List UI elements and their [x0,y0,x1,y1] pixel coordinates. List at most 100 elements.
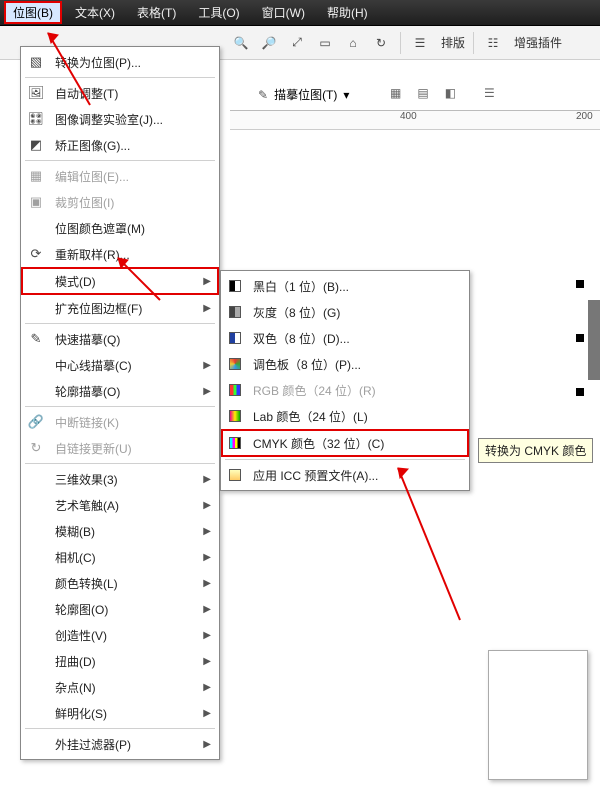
blank-icon [25,704,47,722]
refresh-icon[interactable]: ↻ [370,32,392,54]
mode-grayscale[interactable]: 灰度（8 位）(G) [221,299,469,325]
separator [25,728,215,729]
gray-swatch-icon [229,306,241,318]
menu-help[interactable]: 帮助(H) [318,1,377,24]
toolbar-extra-icons: ▦ ▤ ◧ [390,86,456,100]
zoom-page-icon[interactable]: ▭ [314,32,336,54]
blank-icon [25,735,47,753]
layout-icon[interactable]: ☰ [409,32,431,54]
mode-lab[interactable]: Lab 颜色（24 位）(L) [221,403,469,429]
submenu-arrow-icon: ▶ [203,708,211,719]
menu-outline-trace[interactable]: 轮廓描摹(O)▶ [21,378,219,404]
mode-submenu: 黑白（1 位）(B)... 灰度（8 位）(G) 双色（8 位）(D)... 调… [220,270,470,491]
menu-blur[interactable]: 模糊(B)▶ [21,518,219,544]
submenu-arrow-icon: ▶ [203,303,211,314]
menu-auto-adjust[interactable]: 🖼自动调整(T) [21,80,219,106]
crop-icon: ▣ [25,193,47,211]
menu-table[interactable]: 表格(T) [128,1,185,24]
blank-icon [25,299,47,317]
menu-bitmap[interactable]: 位图(B) [4,1,62,24]
menu-quick-trace[interactable]: ✎快速描摹(Q) [21,326,219,352]
mode-apply-icc[interactable]: 应用 ICC 预置文件(A)... [221,462,469,488]
menu-resample[interactable]: ⟳重新取样(R)... [21,241,219,267]
menu-color-transform[interactable]: 颜色转换(L)▶ [21,570,219,596]
plugin-icon[interactable]: ☷ [482,32,504,54]
tool-icon-2[interactable]: ▤ [417,86,428,100]
cmyk-swatch-icon [229,437,241,449]
menu-sharpen[interactable]: 鲜明化(S)▶ [21,700,219,726]
submenu-arrow-icon: ▶ [203,656,211,667]
update-link-icon: ↻ [25,439,47,457]
mode-duotone[interactable]: 双色（8 位）(D)... [221,325,469,351]
submenu-arrow-icon: ▶ [203,474,211,485]
menu-text[interactable]: 文本(X) [66,1,124,24]
tool-icon-3[interactable]: ◧ [445,86,456,100]
menu-contour[interactable]: 轮廓图(O)▶ [21,596,219,622]
menu-art-strokes[interactable]: 艺术笔触(A)▶ [21,492,219,518]
blank-icon [25,574,47,592]
convert-icon: ▧ [25,53,47,71]
menu-creative[interactable]: 创造性(V)▶ [21,622,219,648]
tool-icon-4[interactable]: ☰ [484,86,495,100]
trace-bitmap-button[interactable]: ✎ 描摹位图(T) ▾ [258,86,349,103]
submenu-arrow-icon: ▶ [203,682,211,693]
menu-plugins[interactable]: 外挂过滤器(P)▶ [21,731,219,757]
blank-icon [25,678,47,696]
trace-bitmap-label: 描摹位图(T) [274,86,337,103]
menu-distort[interactable]: 扭曲(D)▶ [21,648,219,674]
menu-update-link: ↻自链接更新(U) [21,435,219,461]
menu-camera[interactable]: 相机(C)▶ [21,544,219,570]
resample-icon: ⟳ [25,245,47,263]
zoom-all-icon[interactable]: ⌂ [342,32,364,54]
blank-icon [25,496,47,514]
layout-label[interactable]: 排版 [441,34,465,51]
menu-edit-bitmap: ▦编辑位图(E)... [21,163,219,189]
menu-straighten[interactable]: ◩矫正图像(G)... [21,132,219,158]
blank-icon [25,219,47,237]
menu-centerline-trace[interactable]: 中心线描摹(C)▶ [21,352,219,378]
zoom-fit-icon[interactable]: ⤢ [286,32,308,54]
menu-window[interactable]: 窗口(W) [253,1,314,24]
separator [400,32,401,54]
lab-icon: 🎛 [25,110,47,128]
menu-3d-effects[interactable]: 三维效果(3)▶ [21,466,219,492]
mode-cmyk[interactable]: CMYK 颜色（32 位）(C) [221,429,469,457]
zoom-out-icon[interactable]: 🔎 [258,32,280,54]
edit-icon: ▦ [25,167,47,185]
menu-image-lab[interactable]: 🎛图像调整实验室(J)... [21,106,219,132]
chevron-down-icon: ▾ [343,88,349,102]
straighten-icon: ◩ [25,136,47,154]
menu-break-link: 🔗中断链接(K) [21,409,219,435]
submenu-arrow-icon: ▶ [203,578,211,589]
menu-noise[interactable]: 杂点(N)▶ [21,674,219,700]
menu-color-mask[interactable]: 位图颜色遮罩(M) [21,215,219,241]
enhance-label[interactable]: 增强插件 [514,34,562,51]
tool-icon-1[interactable]: ▦ [390,86,401,100]
blank-icon [25,522,47,540]
menu-mode[interactable]: 模式(D)▶ [21,267,219,295]
ruler-tick: 200 [576,111,593,122]
toolbar-extra-icons2: ☰ [484,86,495,100]
separator [25,160,215,161]
menubar: 位图(B) 文本(X) 表格(T) 工具(O) 窗口(W) 帮助(H) [0,0,600,26]
mode-paletted[interactable]: 调色板（8 位）(P)... [221,351,469,377]
menu-convert-to-bitmap[interactable]: ▧转换为位图(P)... [21,49,219,75]
mode-bw[interactable]: 黑白（1 位）(B)... [221,273,469,299]
trace-icon: ✎ [25,330,47,348]
page-preview [488,650,588,780]
submenu-arrow-icon: ▶ [203,276,211,287]
separator [225,459,465,460]
menu-crop-bitmap: ▣裁剪位图(I) [21,189,219,215]
auto-adjust-icon: 🖼 [25,84,47,102]
rgb-swatch-icon [229,384,241,396]
menu-tools[interactable]: 工具(O) [189,1,248,24]
submenu-arrow-icon: ▶ [203,630,211,641]
submenu-arrow-icon: ▶ [203,552,211,563]
blank-icon [25,382,47,400]
zoom-in-icon[interactable]: 🔍 [230,32,252,54]
menu-inflate[interactable]: 扩充位图边框(F)▶ [21,295,219,321]
separator [25,406,215,407]
blank-icon [25,600,47,618]
ruler-tick: 400 [400,111,417,122]
separator [25,463,215,464]
